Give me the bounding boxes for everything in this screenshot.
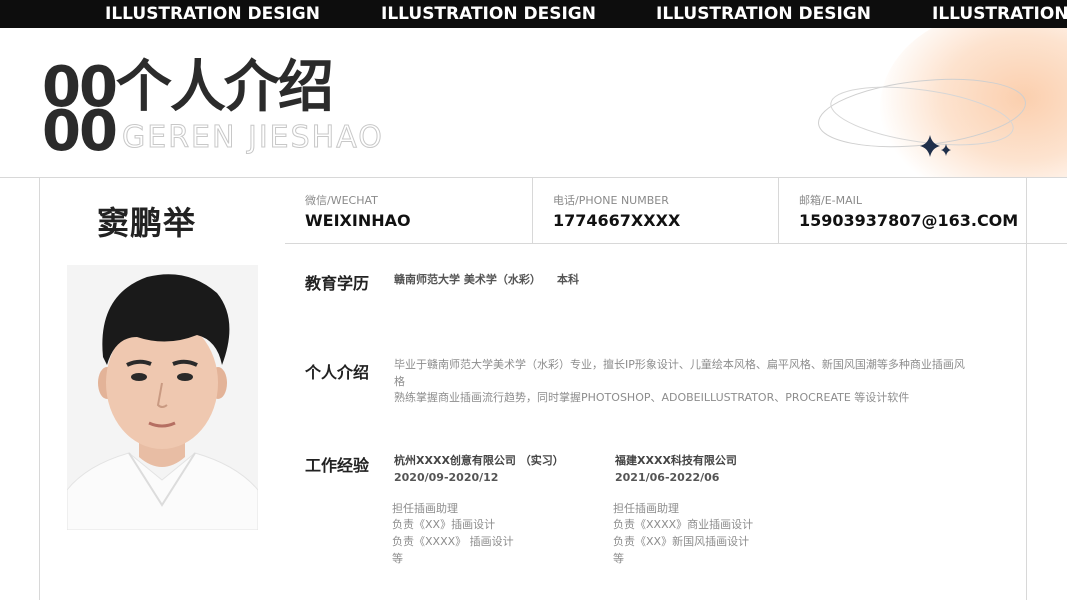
- intro-line: 毕业于赣南师范大学美术学（水彩）专业，擅长IP形象设计、儿童绘本风格、扁平风格、…: [394, 358, 965, 371]
- sparkle-star-icon: [920, 135, 940, 157]
- intro-line: 熟练掌握商业插画流行趋势，同时掌握PHOTOSHOP、ADOBEILLUSTRA…: [394, 391, 910, 404]
- experience-title: 工作经验: [305, 456, 370, 475]
- job-duty: 负责《XX》新国风插画设计: [613, 535, 750, 548]
- page-title: 00个人介绍: [42, 55, 334, 120]
- contact-value: WEIXINHAO: [305, 211, 411, 230]
- job-duty: 负责《XXXX》 插画设计: [392, 535, 514, 548]
- intro-title: 个人介绍: [305, 363, 370, 382]
- banner-text: ILLUSTRATION DESIGN: [932, 4, 1067, 24]
- person-name: 窦鹏举: [97, 204, 197, 242]
- contact-value: 1774667XXXX: [553, 211, 681, 230]
- job-period: 2021/06-2022/06: [615, 471, 720, 484]
- portrait-illustration-icon: [67, 265, 258, 530]
- job-duty: 负责《XX》插画设计: [392, 518, 496, 531]
- page-header: 00 00个人介绍 GEREN JIESHAO: [0, 28, 1067, 178]
- contact-row: 微信/WECHAT WEIXINHAO 电话/PHONE NUMBER 1774…: [285, 178, 1067, 244]
- job-duty: 担任插画助理: [392, 502, 458, 515]
- contact-email: 邮箱/E-MAIL 15903937807@163.COM: [779, 178, 1027, 243]
- education-title: 教育学历: [305, 274, 370, 293]
- contact-label: 微信/WECHAT: [305, 194, 378, 207]
- page-subtitle: GEREN JIESHAO: [122, 120, 384, 156]
- profile-photo: [67, 265, 258, 530]
- contact-separator: [1026, 178, 1027, 243]
- job-duty: 担任插画助理: [613, 502, 679, 515]
- education-degree: 本科: [557, 273, 579, 286]
- contact-phone: 电话/PHONE NUMBER 1774667XXXX: [533, 178, 779, 243]
- banner-text: ILLUSTRATION DESIGN: [381, 4, 596, 24]
- job-duty: 等: [392, 552, 403, 565]
- job-period: 2020/09-2020/12: [394, 471, 499, 484]
- orbit-decoration-icon: [818, 78, 1026, 157]
- contact-value: 15903937807@163.COM: [799, 211, 1019, 230]
- education-school: 赣南师范大学 美术学（水彩）: [394, 273, 541, 286]
- job-duty: 负责《XXXX》商业插画设计: [613, 518, 754, 531]
- top-banner: ILLUSTRATION DESIGN ILLUSTRATION DESIGN …: [0, 0, 1067, 28]
- contact-label: 邮箱/E-MAIL: [799, 194, 863, 207]
- banner-text: ILLUSTRATION DESIGN: [656, 4, 871, 24]
- intro-line: 格: [394, 375, 405, 388]
- sparkle-star-small-icon: [941, 144, 951, 156]
- job-company: 福建XXXX科技有限公司: [615, 454, 737, 467]
- job-company: 杭州XXXX创意有限公司 （实习）: [394, 454, 564, 467]
- contact-wechat: 微信/WECHAT WEIXINHAO: [285, 178, 533, 243]
- banner-text: ILLUSTRATION DESIGN: [105, 4, 320, 24]
- job-duty: 等: [613, 552, 624, 565]
- frame-left-line: [39, 178, 40, 600]
- contact-divider: [285, 243, 1067, 244]
- contact-label: 电话/PHONE NUMBER: [553, 194, 669, 207]
